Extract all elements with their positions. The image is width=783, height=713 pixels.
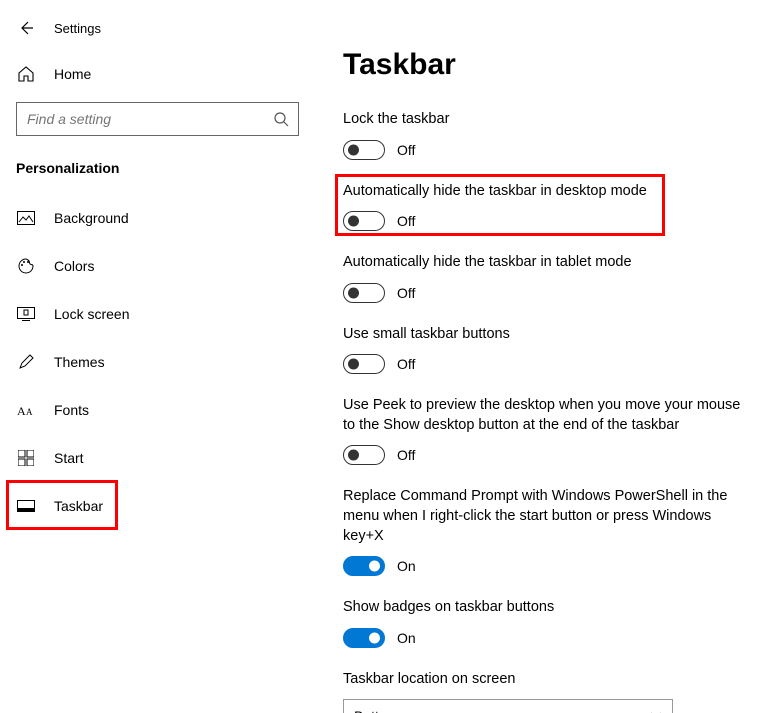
svg-text:A: A (17, 404, 26, 418)
toggle-lock-taskbar[interactable] (343, 140, 385, 160)
toggle-value: On (397, 558, 416, 574)
setting-label-autohide-tablet: Automatically hide the taskbar in tablet… (343, 253, 743, 273)
setting-label-peek: Use Peek to preview the desktop when you… (343, 396, 743, 435)
image-icon (16, 208, 36, 228)
setting-label-powershell: Replace Command Prompt with Windows Powe… (343, 487, 743, 546)
toggle-value: Off (397, 285, 415, 301)
arrow-left-icon (18, 20, 34, 36)
search-icon (264, 111, 298, 127)
palette-icon (16, 256, 36, 276)
sidebar-item-lock-screen[interactable]: Lock screen (0, 290, 315, 338)
sidebar-item-fonts[interactable]: AA Fonts (0, 386, 315, 434)
brush-icon (16, 352, 36, 372)
sidebar-item-taskbar[interactable]: Taskbar (0, 482, 315, 530)
toggle-powershell[interactable] (343, 556, 385, 576)
dropdown-taskbar-location[interactable]: Bottom (343, 699, 673, 713)
sidebar-item-colors[interactable]: Colors (0, 242, 315, 290)
setting-label-badges: Show badges on taskbar buttons (343, 598, 743, 618)
toggle-badges[interactable] (343, 628, 385, 648)
setting-label-small-buttons: Use small taskbar buttons (343, 325, 743, 345)
sidebar-item-background[interactable]: Background (0, 194, 315, 242)
svg-text:A: A (26, 407, 33, 417)
page-title: Taskbar (343, 48, 775, 82)
dropdown-value: Bottom (354, 708, 398, 713)
sidebar-item-label: Background (54, 210, 129, 226)
back-button[interactable] (16, 18, 36, 38)
search-box[interactable] (16, 102, 299, 136)
toggle-peek[interactable] (343, 445, 385, 465)
toggle-value: Off (397, 142, 415, 158)
font-icon: AA (16, 400, 36, 420)
sidebar-item-label: Fonts (54, 402, 89, 418)
toggle-value: Off (397, 213, 415, 229)
section-label: Personalization (0, 142, 315, 194)
sidebar-item-start[interactable]: Start (0, 434, 315, 482)
home-icon (16, 64, 36, 84)
sidebar-item-label: Themes (54, 354, 105, 370)
start-icon (16, 448, 36, 468)
search-input[interactable] (17, 111, 264, 127)
taskbar-icon (16, 496, 36, 516)
setting-label-autohide-desktop: Automatically hide the taskbar in deskto… (343, 182, 743, 202)
sidebar-item-label: Start (54, 450, 84, 466)
toggle-value: Off (397, 447, 415, 463)
nav-home-label: Home (54, 66, 91, 82)
sidebar-item-label: Colors (54, 258, 94, 274)
sidebar-item-label: Lock screen (54, 306, 129, 322)
toggle-small-buttons[interactable] (343, 354, 385, 374)
toggle-autohide-tablet[interactable] (343, 283, 385, 303)
app-title: Settings (54, 21, 101, 36)
setting-label-location: Taskbar location on screen (343, 670, 743, 690)
nav-home[interactable]: Home (0, 52, 315, 96)
setting-label-lock: Lock the taskbar (343, 110, 743, 130)
sidebar-item-label: Taskbar (54, 498, 103, 514)
sidebar-item-themes[interactable]: Themes (0, 338, 315, 386)
toggle-autohide-desktop[interactable] (343, 211, 385, 231)
lock-screen-icon (16, 304, 36, 324)
toggle-value: On (397, 630, 416, 646)
toggle-value: Off (397, 356, 415, 372)
